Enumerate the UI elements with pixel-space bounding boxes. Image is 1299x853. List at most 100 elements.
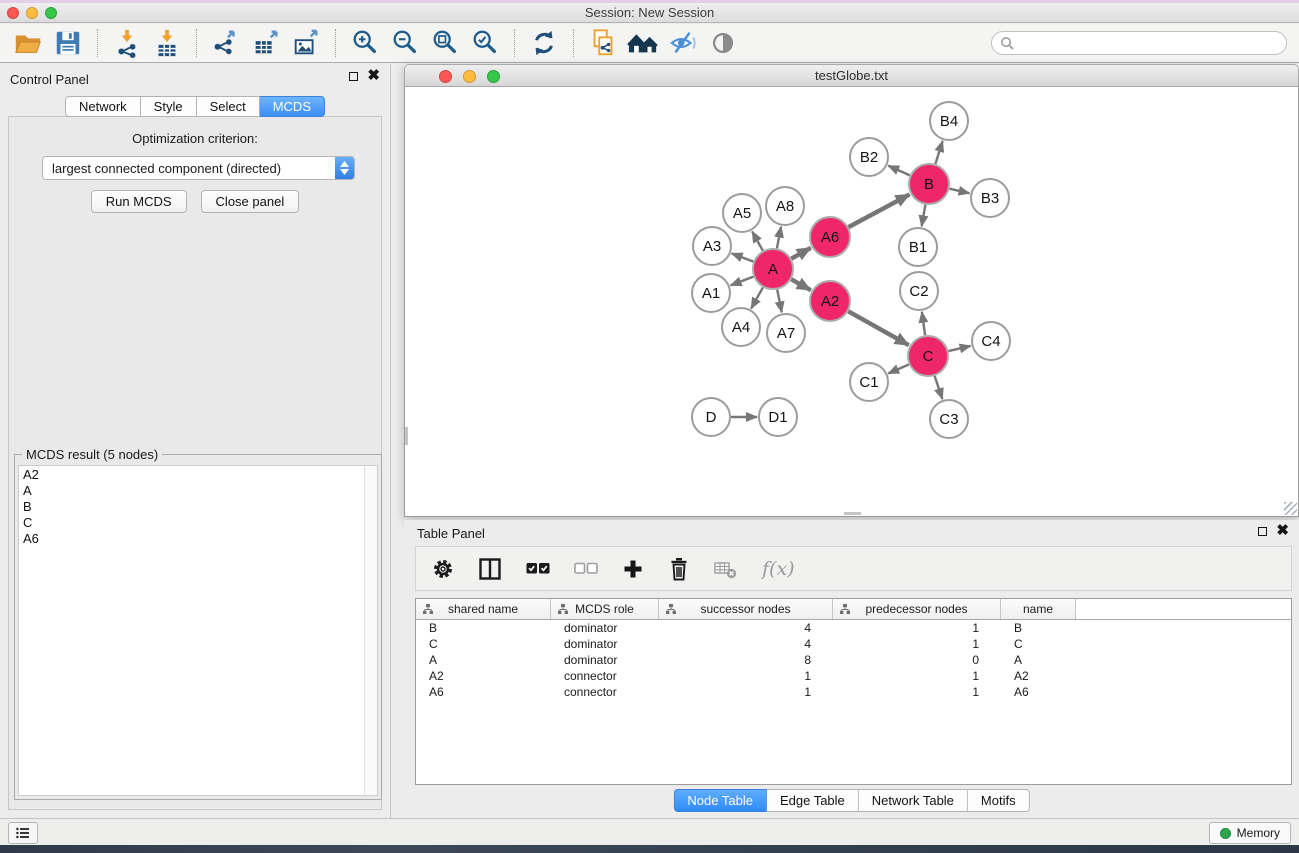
tab-network[interactable]: Network [65,96,141,117]
graph-edge-A-A8[interactable] [777,227,781,249]
cell-shared-name[interactable]: A2 [416,669,551,683]
tab-network-table[interactable]: Network Table [859,789,968,812]
result-item-A2[interactable]: A2 [23,467,361,483]
graph-node-A7[interactable]: A7 [767,314,805,352]
graph-edge-A-A1[interactable] [731,277,754,286]
search-input[interactable] [1015,36,1278,50]
graph-edge-A-A3[interactable] [732,253,754,261]
float-table-panel-icon[interactable] [1258,527,1267,536]
graph-edge-C-C4[interactable] [948,346,970,351]
tab-edge-table[interactable]: Edge Table [767,789,859,812]
add-column-button[interactable] [622,558,644,580]
show-panels-button[interactable] [703,27,743,59]
delete-column-button[interactable] [668,557,690,581]
graph-edge-B-B1[interactable] [922,205,926,227]
close-network-button[interactable] [439,70,452,83]
task-history-button[interactable] [8,822,38,844]
graph-node-C4[interactable]: C4 [972,322,1010,360]
cell-predecessor-nodes[interactable]: 1 [833,669,1001,683]
cell-shared-name[interactable]: C [416,637,551,651]
column-header-predecessor-nodes[interactable]: predecessor nodes [833,599,1001,619]
graph-node-C2[interactable]: C2 [900,272,938,310]
open-session-button[interactable] [8,27,48,59]
cell-predecessor-nodes[interactable]: 1 [833,685,1001,699]
graph-node-D[interactable]: D [692,398,730,436]
import-network-button[interactable] [107,27,147,59]
tab-motifs[interactable]: Motifs [968,789,1030,812]
graph-edge-A2-C[interactable] [848,311,909,345]
save-session-button[interactable] [48,27,88,59]
cell-predecessor-nodes[interactable]: 1 [833,621,1001,635]
minimize-network-button[interactable] [463,70,476,83]
column-header-shared-name[interactable]: shared name [416,599,551,619]
import-table-button[interactable] [147,27,187,59]
home-button[interactable] [623,27,663,59]
select-all-button[interactable] [526,562,550,575]
graph-node-A4[interactable]: A4 [722,308,760,346]
table-settings-button[interactable] [432,558,454,580]
cell-predecessor-nodes[interactable]: 0 [833,653,1001,667]
column-header-name[interactable]: name [1001,599,1076,619]
graph-node-B1[interactable]: B1 [899,228,937,266]
cell-shared-name[interactable]: A6 [416,685,551,699]
network-window-titlebar[interactable]: testGlobe.txt [404,64,1299,87]
graph-node-C[interactable]: C [908,336,948,376]
graph-edge-A-A2[interactable] [791,279,811,290]
graph-edge-B-B3[interactable] [950,189,970,194]
minimize-window-button[interactable] [26,7,38,19]
graph-node-B3[interactable]: B3 [971,179,1009,217]
graph-node-A6[interactable]: A6 [810,217,850,257]
float-panel-icon[interactable] [349,72,358,81]
canvas-vscroll-thumb[interactable] [405,427,408,445]
maximize-network-button[interactable] [487,70,500,83]
cell-MCDS-role[interactable]: dominator [551,637,659,651]
result-item-C[interactable]: C [23,515,361,531]
graph-edge-C-C3[interactable] [935,376,943,399]
column-header-MCDS-role[interactable]: MCDS role [551,599,659,619]
refresh-view-button[interactable] [524,27,564,59]
graph-edge-C-C2[interactable] [922,312,925,335]
result-scrollbar[interactable] [364,466,377,795]
zoom-out-button[interactable] [385,27,425,59]
cell-predecessor-nodes[interactable]: 1 [833,637,1001,651]
close-window-button[interactable] [7,7,19,19]
window-resize-grip[interactable] [1284,502,1297,515]
cell-name[interactable]: A6 [1001,685,1076,699]
zoom-selected-button[interactable] [465,27,505,59]
graph-edge-C-C1[interactable] [888,365,909,374]
result-item-A6[interactable]: A6 [23,531,361,547]
graph-node-A2[interactable]: A2 [810,281,850,321]
hide-panels-button[interactable] [663,27,703,59]
graph-edge-A-A5[interactable] [752,231,763,250]
result-item-A[interactable]: A [23,483,361,499]
graph-node-A3[interactable]: A3 [693,227,731,265]
graph-edge-A6-B[interactable] [849,194,910,227]
graph-edge-B-B2[interactable] [888,166,910,176]
tab-style[interactable]: Style [141,96,197,117]
graph-edge-A-A4[interactable] [751,287,763,308]
cell-name[interactable]: B [1001,621,1076,635]
criterion-dropdown[interactable]: largest connected component (directed) [42,156,355,180]
tab-node-table[interactable]: Node Table [673,789,767,812]
graph-node-A8[interactable]: A8 [766,187,804,225]
close-panel-icon[interactable]: ✖ [367,71,380,81]
export-table-button[interactable] [246,27,286,59]
close-table-panel-icon[interactable]: ✖ [1276,526,1289,536]
canvas-hscroll-thumb[interactable] [844,512,861,515]
deselect-all-button[interactable] [574,562,598,575]
graph-node-D1[interactable]: D1 [759,398,797,436]
cell-successor-nodes[interactable]: 4 [659,637,833,651]
graph-node-B[interactable]: B [909,164,949,204]
export-network-button[interactable] [206,27,246,59]
zoom-fit-button[interactable] [425,27,465,59]
cell-shared-name[interactable]: B [416,621,551,635]
graph-edge-A-A7[interactable] [777,290,782,313]
export-image-button[interactable] [286,27,326,59]
graph-node-C3[interactable]: C3 [930,400,968,438]
cell-successor-nodes[interactable]: 4 [659,621,833,635]
cell-name[interactable]: A [1001,653,1076,667]
graph-edge-A-A6[interactable] [791,248,811,259]
cell-successor-nodes[interactable]: 1 [659,669,833,683]
cell-MCDS-role[interactable]: dominator [551,653,659,667]
network-canvas[interactable]: B4B2BB3A8A5A6A3B1AA1C2A2A4A7C4CC1C3DD1 [404,87,1299,517]
